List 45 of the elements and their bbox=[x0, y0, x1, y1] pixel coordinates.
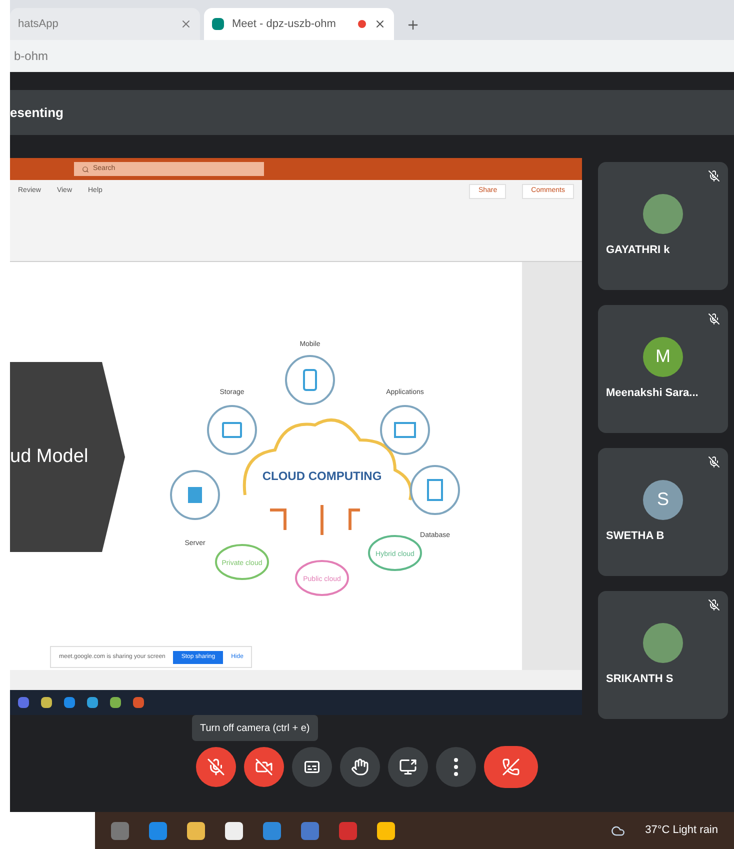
node-circle bbox=[207, 405, 257, 455]
slide-banner: ud Model bbox=[10, 362, 125, 552]
browser-tab[interactable]: Meet - dpz-uszb-ohm bbox=[204, 8, 394, 40]
more-button[interactable] bbox=[436, 747, 476, 787]
close-icon[interactable] bbox=[180, 18, 192, 30]
participant-name: Meenakshi Sara... bbox=[605, 386, 698, 401]
close-icon[interactable] bbox=[374, 18, 386, 30]
present-button[interactable] bbox=[388, 747, 428, 787]
new-tab-icon[interactable] bbox=[406, 18, 420, 32]
search-icon bbox=[82, 166, 89, 172]
more-icon bbox=[454, 758, 458, 776]
participant-name: SWETHA B bbox=[605, 528, 664, 544]
photo-placeholder bbox=[643, 622, 683, 663]
camera-button[interactable] bbox=[244, 747, 284, 787]
leave-icon bbox=[502, 758, 520, 776]
presenting-bar: esenting bbox=[10, 90, 734, 135]
window-icon bbox=[394, 422, 416, 438]
captions-icon bbox=[303, 758, 321, 776]
diagram-title: CLOUD COMPUTING bbox=[262, 469, 382, 483]
leave-button[interactable] bbox=[484, 746, 538, 788]
photo-placeholder bbox=[643, 194, 683, 234]
weather-text: 37°C Light rain bbox=[645, 823, 718, 838]
mic-button[interactable] bbox=[196, 747, 236, 787]
captions-button[interactable] bbox=[292, 747, 332, 787]
camera-icon bbox=[255, 758, 273, 776]
browser-tab[interactable]: hatsApp bbox=[10, 8, 200, 40]
participant-name: SRIKANTH S bbox=[605, 672, 674, 687]
app-icon[interactable] bbox=[187, 822, 205, 840]
present-icon bbox=[399, 758, 417, 776]
app-icon[interactable] bbox=[41, 697, 52, 708]
app-icon[interactable] bbox=[377, 822, 395, 840]
cloud-icon bbox=[611, 824, 626, 838]
app-icon[interactable] bbox=[225, 822, 243, 840]
mic-icon bbox=[207, 758, 225, 776]
phone-icon bbox=[303, 369, 317, 391]
node-circle bbox=[380, 405, 430, 455]
hand-icon bbox=[351, 758, 369, 776]
address-bar[interactable]: b-ohm bbox=[10, 40, 734, 72]
participant-name: GAYATHRI k bbox=[605, 242, 670, 258]
app-icon[interactable] bbox=[110, 697, 121, 708]
node-circle bbox=[410, 465, 460, 515]
app-icon[interactable] bbox=[87, 697, 98, 708]
hand-button[interactable] bbox=[340, 747, 380, 787]
tooltip: Turn off camera (ctrl + e) bbox=[192, 715, 318, 741]
node-circle bbox=[285, 355, 335, 405]
